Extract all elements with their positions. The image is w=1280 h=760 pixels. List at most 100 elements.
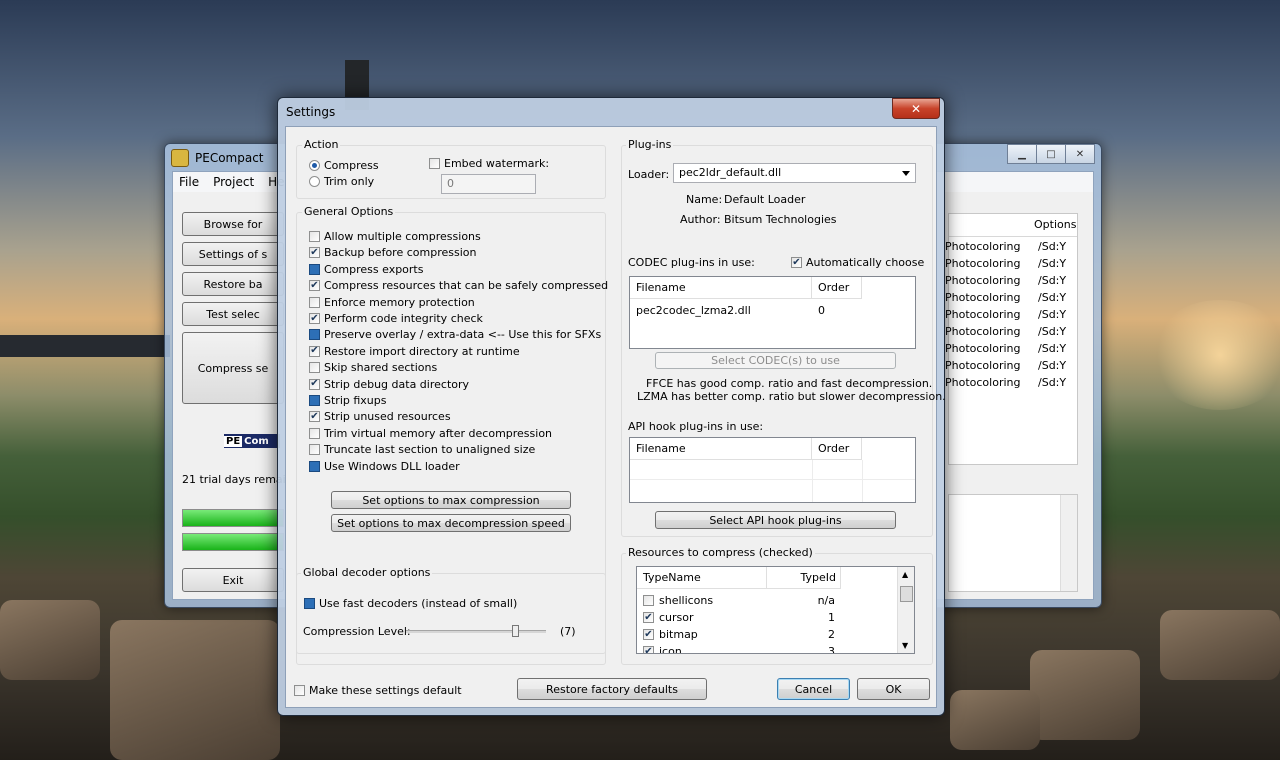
- options-column-header[interactable]: Options: [1034, 218, 1076, 231]
- checkbox-box[interactable]: ✔: [309, 313, 320, 324]
- fast-decoders-box[interactable]: [304, 598, 315, 609]
- general-option-checkbox[interactable]: Preserve overlay / extra-data <-- Use th…: [309, 328, 601, 341]
- auto-choose-checkbox[interactable]: ✔ Automatically choose: [791, 256, 924, 269]
- resource-row-name[interactable]: ✔ bitmap: [637, 626, 767, 643]
- checkbox-box[interactable]: ✔: [309, 280, 320, 292]
- resource-row-name[interactable]: ✔ cursor: [637, 609, 767, 626]
- resource-checkbox[interactable]: ✔: [643, 629, 654, 640]
- trim-only-radio[interactable]: Trim only: [309, 175, 374, 188]
- general-option-checkbox[interactable]: ✔ Backup before compression: [309, 246, 476, 259]
- resource-checkbox[interactable]: ✔: [643, 646, 654, 653]
- compress-selected-button[interactable]: Compress se: [182, 332, 284, 404]
- resource-row-name[interactable]: shellicons: [637, 592, 767, 609]
- api-filename-header[interactable]: Filename: [630, 438, 812, 460]
- table-row[interactable]: Photocoloring/Sd:Y: [945, 240, 1077, 257]
- cancel-button[interactable]: Cancel: [777, 678, 850, 700]
- scroll-thumb[interactable]: [900, 586, 913, 602]
- codec-filename-header[interactable]: Filename: [630, 277, 812, 299]
- checkbox-box[interactable]: ✔: [309, 378, 320, 390]
- scroll-up-icon[interactable]: ▲: [902, 570, 908, 579]
- checkbox-box[interactable]: [309, 329, 320, 341]
- general-option-checkbox[interactable]: Trim virtual memory after decompression: [309, 427, 552, 440]
- resource-checkbox[interactable]: ✔: [643, 612, 654, 623]
- checkbox-box[interactable]: [309, 263, 320, 275]
- loader-select[interactable]: pec2ldr_default.dll: [673, 163, 916, 183]
- scroll-down-icon[interactable]: ▼: [902, 641, 908, 650]
- general-option-checkbox[interactable]: ✔ Perform code integrity check: [309, 312, 483, 325]
- general-option-checkbox[interactable]: Enforce memory protection: [309, 296, 475, 309]
- checkbox-box[interactable]: [309, 231, 320, 242]
- general-option-checkbox[interactable]: Allow multiple compressions: [309, 230, 481, 243]
- embed-watermark-box[interactable]: [429, 158, 440, 169]
- general-option-checkbox[interactable]: ✔ Restore import directory at runtime: [309, 345, 520, 358]
- general-option-checkbox[interactable]: Truncate last section to unaligned size: [309, 443, 535, 456]
- menu-file[interactable]: File: [179, 175, 199, 189]
- fast-decoders-checkbox[interactable]: Use fast decoders (instead of small): [304, 597, 517, 610]
- codec-list[interactable]: Filename Order pec2codec_lzma2.dll 0: [629, 276, 916, 349]
- general-option-checkbox[interactable]: ✔ Strip unused resources: [309, 410, 451, 423]
- resource-row-name[interactable]: ✔ icon: [637, 643, 767, 653]
- browse-button[interactable]: Browse for: [182, 212, 284, 236]
- make-default-checkbox[interactable]: Make these settings default: [294, 684, 462, 697]
- codec-row-filename[interactable]: pec2codec_lzma2.dll: [630, 302, 812, 319]
- checkbox-box[interactable]: [309, 362, 320, 374]
- trim-only-radio-indicator[interactable]: [309, 176, 320, 187]
- close-window-icon[interactable]: ✕: [1065, 144, 1095, 164]
- minimize-icon[interactable]: ▁: [1007, 144, 1037, 164]
- checkbox-box[interactable]: ✔: [309, 345, 320, 357]
- log-box[interactable]: [948, 494, 1078, 592]
- watermark-field[interactable]: 0: [441, 174, 536, 194]
- codec-row-order[interactable]: 0: [812, 302, 862, 319]
- max-decompression-speed-button[interactable]: Set options to max decompression speed: [331, 514, 571, 532]
- checkbox-box[interactable]: ✔: [309, 411, 320, 423]
- checkbox-box[interactable]: [309, 427, 320, 439]
- compression-level-track[interactable]: [406, 630, 546, 633]
- checkbox-box[interactable]: [309, 395, 320, 406]
- compress-radio[interactable]: Compress: [309, 159, 379, 172]
- general-option-checkbox[interactable]: ✔ Strip debug data directory: [309, 378, 469, 391]
- general-option-checkbox[interactable]: Strip fixups: [309, 394, 386, 407]
- menu-project[interactable]: Project: [213, 175, 254, 189]
- checkbox-box[interactable]: ✔: [309, 247, 320, 259]
- auto-choose-box[interactable]: ✔: [791, 257, 802, 268]
- table-row[interactable]: Photocoloring/Sd:Y: [945, 274, 1077, 291]
- test-selected-button[interactable]: Test selec: [182, 302, 284, 326]
- max-compression-button[interactable]: Set options to max compression: [331, 491, 571, 509]
- resource-typeid-header[interactable]: TypeId: [767, 567, 841, 589]
- resources-list[interactable]: TypeName TypeId shellicons n/a ✔ cursor 1 ✔ bi…: [636, 566, 915, 654]
- make-default-box[interactable]: [294, 685, 305, 696]
- restore-backup-button[interactable]: Restore ba: [182, 272, 284, 296]
- settings-button[interactable]: Settings of s: [182, 242, 284, 266]
- general-option-checkbox[interactable]: Skip shared sections: [309, 361, 437, 374]
- restore-factory-defaults-button[interactable]: Restore factory defaults: [517, 678, 707, 700]
- files-table[interactable]: Options Photocoloring/Sd:Y Photocoloring /…: [945, 213, 1078, 465]
- table-row[interactable]: Photocoloring/Sd:Y: [945, 257, 1077, 274]
- general-option-checkbox[interactable]: Compress exports: [309, 263, 423, 276]
- resource-typename-header[interactable]: TypeName: [637, 567, 767, 589]
- resource-checkbox[interactable]: [643, 595, 654, 606]
- log-scrollbar[interactable]: [1060, 495, 1077, 591]
- compress-radio-indicator[interactable]: [309, 160, 320, 171]
- select-api-hook-button[interactable]: Select API hook plug-ins: [655, 511, 896, 529]
- api-order-header[interactable]: Order: [812, 438, 862, 460]
- exit-button[interactable]: Exit: [182, 568, 284, 592]
- compression-level-thumb[interactable]: [512, 625, 520, 637]
- general-option-checkbox[interactable]: ✔ Compress resources that can be safely c…: [309, 279, 608, 292]
- checkbox-box[interactable]: [309, 460, 320, 472]
- table-row[interactable]: Photocoloring/Sd:Y: [945, 308, 1077, 325]
- table-row[interactable]: Photocoloring/Sd:Y: [945, 359, 1077, 376]
- dialog-close-icon[interactable]: ✕: [892, 98, 940, 119]
- checkbox-box[interactable]: [309, 296, 320, 308]
- checkbox-box[interactable]: [309, 444, 320, 456]
- embed-watermark-checkbox[interactable]: Embed watermark:: [429, 157, 549, 170]
- maximize-icon[interactable]: □: [1036, 144, 1066, 164]
- resources-scrollbar[interactable]: ▲ ▼: [897, 567, 914, 653]
- table-row[interactable]: Photocoloring/Sd:Y: [945, 376, 1077, 393]
- codec-order-header[interactable]: Order: [812, 277, 862, 299]
- chevron-down-icon[interactable]: [902, 171, 910, 176]
- ok-button[interactable]: OK: [857, 678, 930, 700]
- table-row[interactable]: Photocoloring/Sd:Y: [945, 342, 1077, 359]
- table-row[interactable]: Photocoloring/Sd:Y: [945, 291, 1077, 308]
- table-row[interactable]: Photocoloring/Sd:Y: [945, 325, 1077, 342]
- api-hook-list[interactable]: Filename Order: [629, 437, 916, 503]
